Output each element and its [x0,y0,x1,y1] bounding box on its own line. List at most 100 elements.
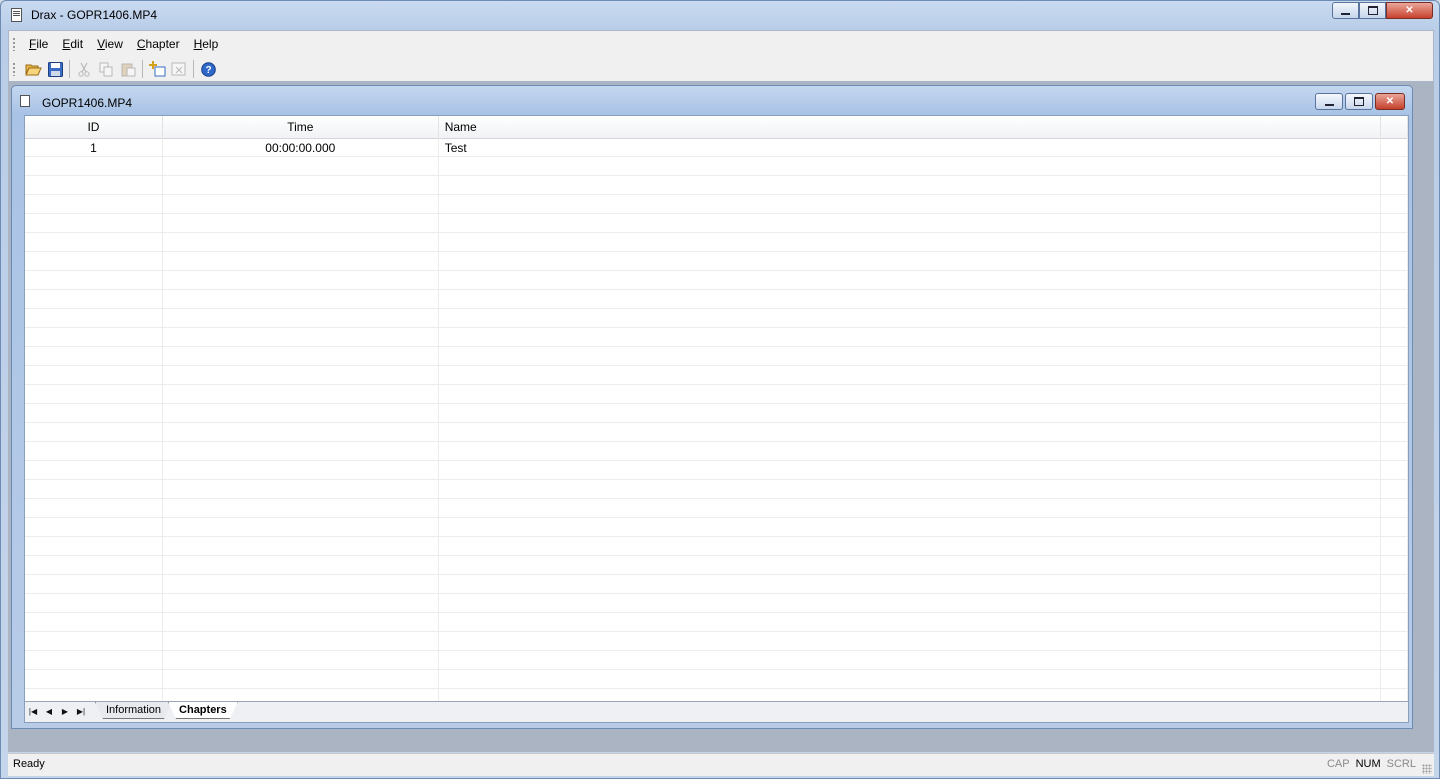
cell-name[interactable]: Test [439,138,1382,156]
cell-id[interactable]: 1 [25,138,163,156]
empty-row [25,499,1408,518]
tab-first-button[interactable]: |◀ [25,702,41,720]
empty-row [25,347,1408,366]
empty-cell [439,632,1382,650]
empty-cell [439,176,1382,194]
empty-cell [1381,499,1408,517]
empty-cell [439,556,1382,574]
empty-row [25,461,1408,480]
document-titlebar[interactable]: GOPR1406.MP4 ✕ [12,86,1412,114]
empty-cell [163,195,439,213]
tab-next-button[interactable]: ▶ [57,702,73,720]
toolbar-separator [69,60,70,78]
menu-file[interactable]: File [22,35,55,53]
empty-cell [439,195,1382,213]
scroll-lock-indicator: SCRL [1386,758,1416,770]
menu-view[interactable]: View [90,35,130,53]
help-icon: ? [200,61,216,77]
menu-view-accel: V [97,37,105,51]
tab-chapters[interactable]: Chapters [168,702,238,719]
cell-filler [1381,138,1408,156]
open-button[interactable] [22,59,44,79]
menubar-grip[interactable] [12,37,16,51]
empty-row [25,328,1408,347]
empty-row [25,423,1408,442]
empty-cell [439,575,1382,593]
close-button[interactable]: ✕ [1386,2,1433,19]
empty-row [25,575,1408,594]
save-button[interactable] [44,59,66,79]
tab-last-button[interactable]: ▶| [73,702,89,720]
document-close-button[interactable]: ✕ [1375,93,1405,110]
document-restore-button[interactable] [1345,93,1373,110]
empty-cell [439,252,1382,270]
empty-row [25,214,1408,233]
toolbar-grip[interactable] [12,62,16,76]
empty-row [25,518,1408,537]
empty-cell [1381,537,1408,555]
next-icon: ▶ [61,706,69,716]
menu-edit[interactable]: Edit [55,35,90,53]
empty-cell [163,366,439,384]
empty-cell [163,670,439,688]
empty-cell [25,176,163,194]
app-titlebar[interactable]: Drax - GOPR1406.MP4 ✕ [1,1,1439,29]
help-button[interactable]: ? [197,59,219,79]
empty-cell [163,632,439,650]
menu-help[interactable]: Help [187,35,226,53]
tab-prev-button[interactable]: ◀ [41,702,57,720]
empty-cell [163,537,439,555]
menu-chapter[interactable]: Chapter [130,35,187,53]
maximize-button[interactable] [1359,2,1386,19]
empty-cell [25,480,163,498]
empty-cell [439,328,1382,346]
num-lock-indicator: NUM [1355,758,1381,770]
cut-button[interactable] [73,59,95,79]
resize-grip[interactable] [1422,764,1432,774]
document-minimize-button[interactable] [1315,93,1343,110]
document-window: GOPR1406.MP4 ✕ ID Time Name 1 00:00:00.0… [11,85,1413,729]
empty-row [25,233,1408,252]
close-icon: ✕ [1405,5,1414,16]
empty-cell [163,233,439,251]
empty-cell [439,423,1382,441]
column-header-id[interactable]: ID [25,116,163,138]
open-folder-icon [24,64,42,76]
empty-cell [1381,366,1408,384]
table-row[interactable]: 1 00:00:00.000 Test [25,138,1408,157]
empty-cell [1381,670,1408,688]
empty-cell [1381,328,1408,346]
document-icon[interactable] [20,95,30,107]
empty-row [25,670,1408,689]
restore-icon [1354,97,1364,106]
command-area: File Edit View Chapter Help ? [8,30,1434,82]
empty-cell [25,252,163,270]
column-header-time[interactable]: Time [163,116,439,138]
tab-information[interactable]: Information [95,702,172,719]
empty-row [25,404,1408,423]
menu-edit-label: dit [70,37,84,51]
empty-cell [439,271,1382,289]
empty-cell [439,518,1382,536]
sheet-tab-bar: |◀ ◀ ▶ ▶| Information Chapters [25,701,1408,722]
app-title: Drax - GOPR1406.MP4 [31,8,158,22]
copy-button[interactable] [95,59,117,79]
add-chapter-button[interactable] [146,59,168,79]
paste-button[interactable] [117,59,139,79]
empty-cell [163,613,439,631]
empty-cell [25,309,163,327]
minimize-button[interactable] [1332,2,1359,19]
cell-time[interactable]: 00:00:00.000 [163,138,439,156]
empty-cell [25,518,163,536]
column-header-name[interactable]: Name [439,116,1382,138]
empty-cell [1381,404,1408,422]
empty-cell [1381,575,1408,593]
empty-row [25,195,1408,214]
remove-chapter-button[interactable] [168,59,190,79]
status-bar: Ready CAP NUM SCRL [8,753,1434,776]
app-icon[interactable] [11,8,22,22]
empty-cell [25,594,163,612]
empty-cell [163,157,439,175]
empty-cell [25,442,163,460]
empty-cell [439,670,1382,688]
